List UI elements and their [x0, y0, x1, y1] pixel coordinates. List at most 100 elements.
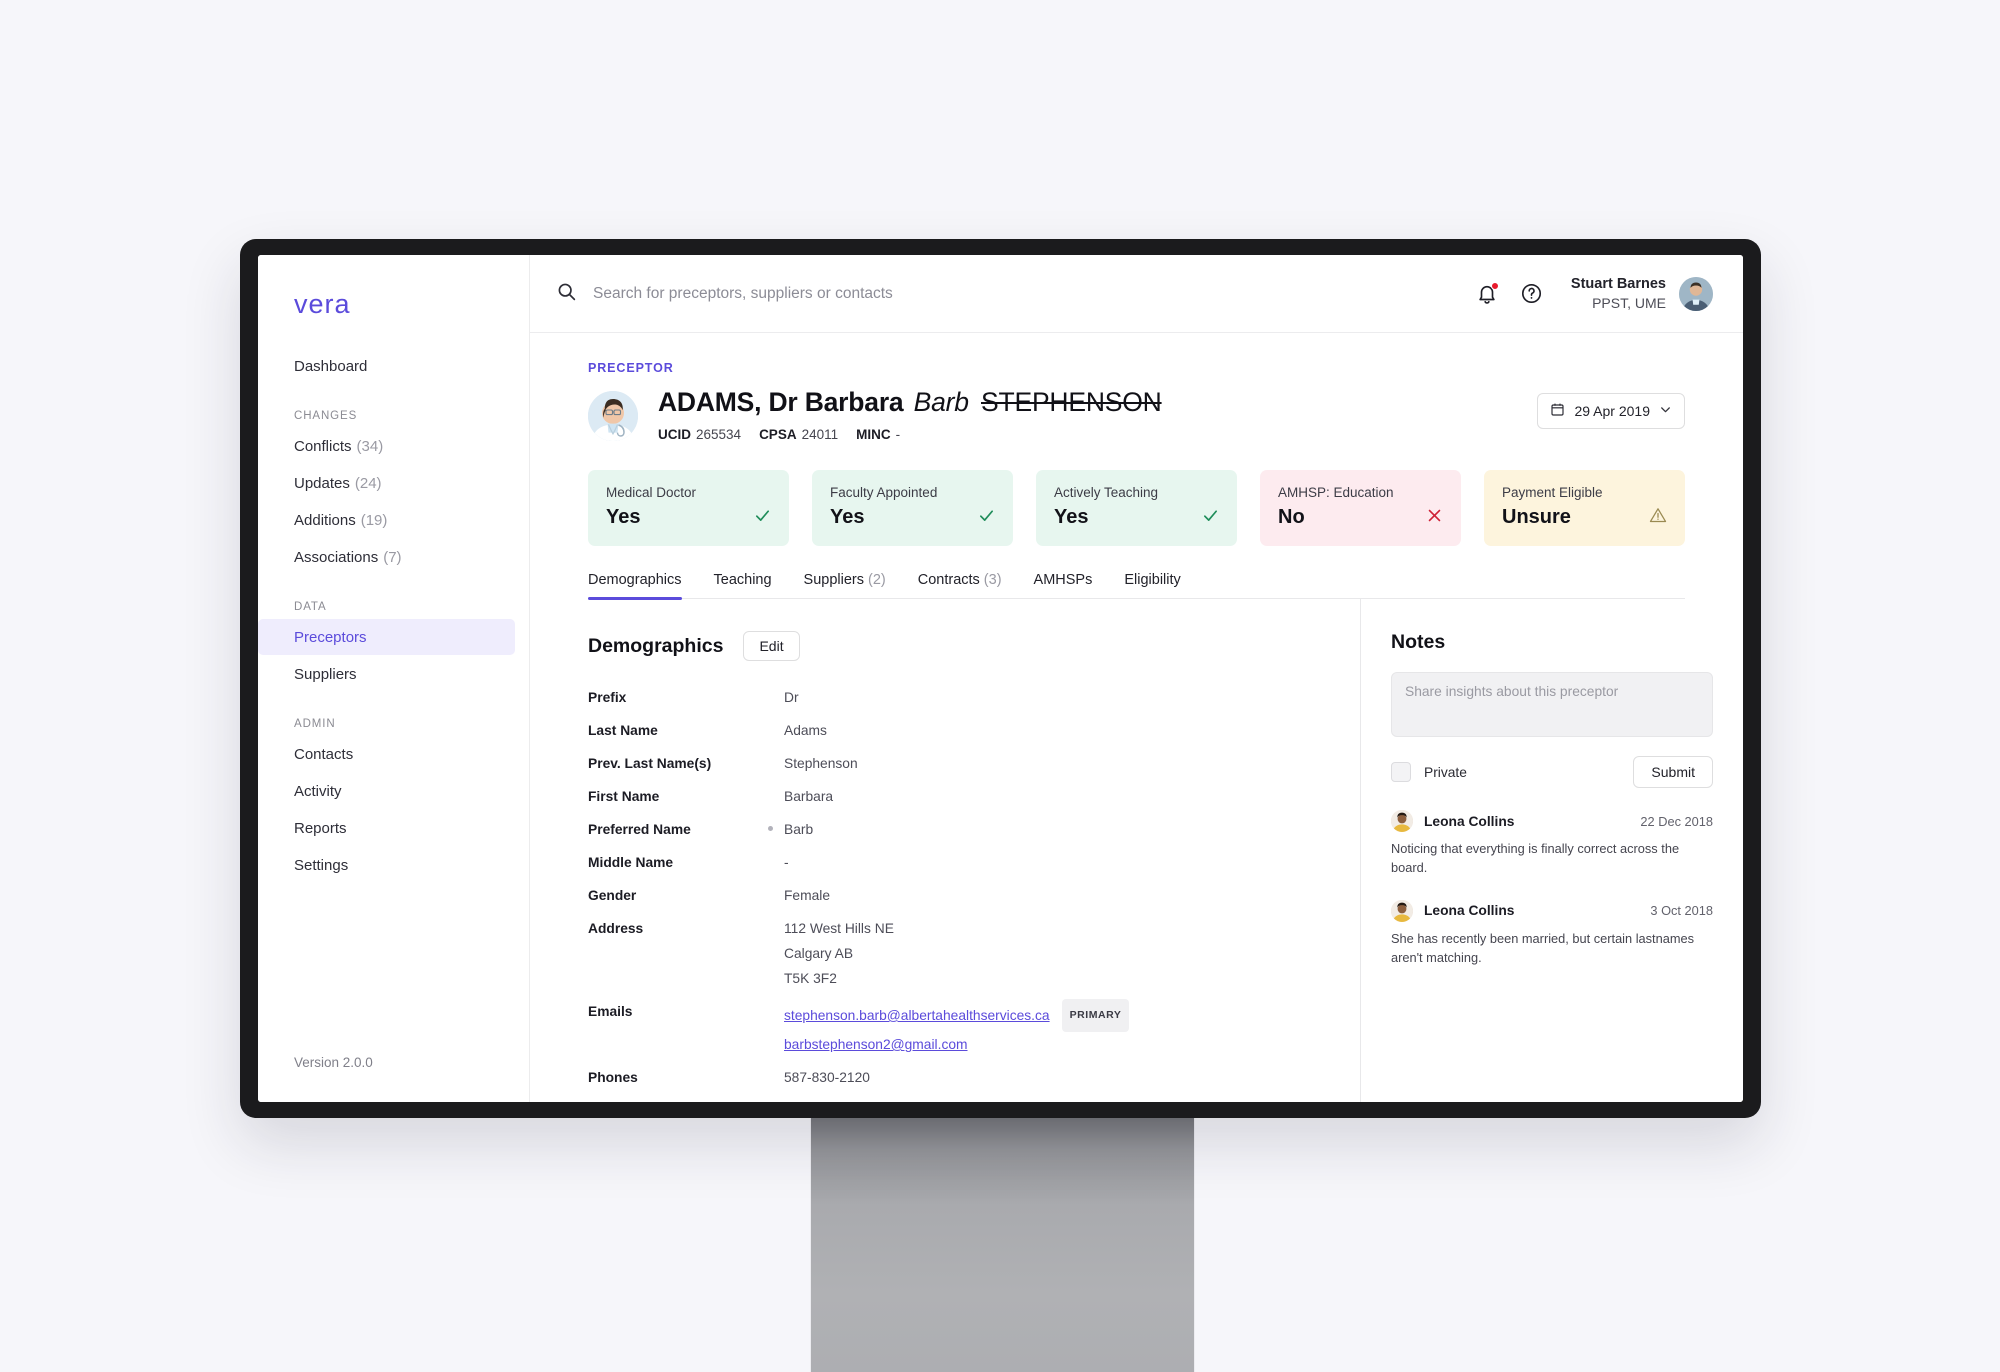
warning-icon: [1649, 506, 1667, 529]
sidebar-item-label: Activity: [294, 782, 342, 800]
field-change-marker: [768, 718, 784, 751]
field-value-text: Female: [784, 888, 831, 903]
tab-demographics[interactable]: Demographics: [588, 572, 682, 600]
search-input[interactable]: [593, 284, 1113, 303]
field-value-text: 587-830-2120: [784, 1070, 870, 1085]
sidebar-item-contacts[interactable]: Contacts: [258, 736, 515, 772]
sidebar-item-suppliers[interactable]: Suppliers: [258, 656, 515, 692]
notifications-button[interactable]: [1476, 281, 1499, 305]
app-logo[interactable]: vera: [294, 289, 529, 320]
tab-teaching[interactable]: Teaching: [714, 572, 772, 598]
status-card: Faculty Appointed Yes: [812, 470, 1013, 546]
status-card-label: Actively Teaching: [1054, 485, 1159, 500]
field-value: [784, 1098, 1320, 1102]
field-value: Female: [784, 883, 1320, 916]
status-card-row: Medical Doctor Yes Faculty Appointed Yes Act…: [588, 470, 1685, 546]
field-change-marker: [768, 1098, 784, 1102]
note-author: Leona Collins: [1424, 813, 1515, 829]
field-label: Fax: [588, 1098, 768, 1102]
field-label: Preferred Name: [588, 822, 691, 837]
sidebar-group-label: CHANGES: [294, 410, 358, 422]
sidebar-item-associations[interactable]: Associations (7): [258, 539, 515, 575]
sidebar-item-updates[interactable]: Updates (24): [258, 465, 515, 501]
notification-badge-dot: [1490, 281, 1499, 290]
sidebar-item-dashboard[interactable]: Dashboard: [258, 348, 515, 384]
help-button[interactable]: [1520, 282, 1543, 305]
chevron-down-icon: [1659, 403, 1672, 419]
record-identifier-label: CPSA: [759, 427, 797, 442]
field-value: Barb: [784, 817, 1320, 850]
tab-contracts[interactable]: Contracts (3): [918, 572, 1002, 598]
sidebar-item-conflicts[interactable]: Conflicts (34): [258, 428, 515, 464]
field-value-line: 112 West Hills NE: [784, 921, 894, 936]
top-bar-actions: Stuart Barnes PPST, UME: [1476, 275, 1713, 313]
note-item: Leona Collins 22 Dec 2018 Noticing that ev…: [1391, 810, 1713, 878]
field-value: Stephenson: [784, 751, 1320, 784]
primary-badge: PRIMARY: [1061, 999, 1130, 1032]
field-row: Preferred Name Barb: [588, 817, 1320, 850]
status-card: AMHSP: Education No: [1260, 470, 1461, 546]
content-area: PRECEPTOR ADAMS, Dr Barbara Barb STEPHEN…: [530, 333, 1743, 1102]
field-row: Address 112 West Hills NE Calgary AB T5K 3F…: [588, 916, 1320, 999]
sidebar-item-preceptors[interactable]: Preceptors: [258, 619, 515, 655]
sidebar-item-label: Reports: [294, 819, 347, 837]
sidebar-group-label: ADMIN: [294, 718, 336, 730]
tab-amhsps[interactable]: AMHSPs: [1034, 572, 1093, 598]
date-filter-dropdown[interactable]: 29 Apr 2019: [1537, 393, 1685, 429]
email-link[interactable]: stephenson.barb@albertahealthservices.ca: [784, 1003, 1050, 1028]
field-label: Prev. Last Name(s): [588, 756, 712, 771]
sidebar-item-reports[interactable]: Reports: [258, 810, 515, 846]
breadcrumb[interactable]: PRECEPTOR: [588, 361, 1743, 375]
sidebar-item-activity[interactable]: Activity: [258, 773, 515, 809]
sidebar-item-count: (19): [360, 511, 388, 529]
sidebar-item-additions[interactable]: Additions (19): [258, 502, 515, 538]
sidebar-item-label: Associations: [294, 548, 379, 566]
status-card-label: AMHSP: Education: [1278, 485, 1394, 500]
field-row: Prev. Last Name(s) Stephenson: [588, 751, 1320, 784]
sidebar-item-label: Suppliers: [294, 665, 357, 683]
cross-icon: [1426, 507, 1443, 529]
tab-label: Suppliers: [803, 572, 864, 588]
tab-label: Demographics: [588, 572, 682, 588]
user-menu[interactable]: Stuart Barnes PPST, UME: [1571, 275, 1713, 313]
record-name-preferred: Barb: [913, 387, 969, 417]
record-identifier: CPSA 24011: [759, 427, 839, 442]
sidebar-item-label: Preceptors: [294, 628, 367, 646]
user-name: Stuart Barnes: [1570, 275, 1666, 292]
change-dot-icon: [768, 826, 773, 831]
sidebar-item-label: Contacts: [294, 745, 354, 763]
record-identifier: UCID 265534: [658, 427, 742, 442]
global-search[interactable]: [556, 281, 1476, 307]
edit-button[interactable]: Edit: [743, 631, 800, 661]
status-card: Actively Teaching Yes: [1036, 470, 1237, 546]
private-checkbox[interactable]: [1391, 762, 1411, 782]
sidebar: vera Dashboard CHANGES Conflicts (34) Update…: [258, 255, 530, 1102]
field-change-marker: [768, 1065, 784, 1098]
field-change-marker: [768, 883, 784, 916]
tab-suppliers[interactable]: Suppliers (2): [804, 572, 886, 598]
field-label: First Name: [588, 789, 660, 804]
status-card-value: Yes: [606, 506, 641, 528]
user-role: PPST, UME: [1592, 294, 1666, 311]
submit-note-button[interactable]: Submit: [1633, 756, 1713, 788]
field-label: Last Name: [588, 723, 658, 738]
field-label: Emails: [588, 1004, 633, 1019]
field-value-text: Barbara: [784, 789, 834, 804]
date-filter-value: 29 Apr 2019: [1574, 403, 1650, 419]
note-author: Leona Collins: [1424, 903, 1515, 919]
field-row: Prefix Dr: [588, 685, 1320, 718]
field-row: Gender Female: [588, 883, 1320, 916]
tab-eligibility[interactable]: Eligibility: [1124, 572, 1180, 598]
field-row: Phones 587-830-2120: [588, 1065, 1320, 1098]
note-text: Noticing that everything is finally corr…: [1391, 841, 1680, 876]
note-input[interactable]: [1391, 672, 1713, 737]
tab-label: AMHSPs: [1033, 572, 1093, 588]
sidebar-item-settings[interactable]: Settings: [258, 847, 515, 883]
tab-label: Eligibility: [1124, 572, 1181, 588]
field-change-marker: [768, 685, 784, 718]
email-link[interactable]: barbstephenson2@gmail.com: [784, 1032, 968, 1057]
sidebar-nav: Dashboard CHANGES Conflicts (34) Updates (24)…: [258, 348, 529, 883]
field-value-line: Calgary AB: [784, 946, 854, 961]
sidebar-item-label: Additions: [294, 511, 356, 529]
sidebar-item-label: Updates: [294, 474, 350, 492]
